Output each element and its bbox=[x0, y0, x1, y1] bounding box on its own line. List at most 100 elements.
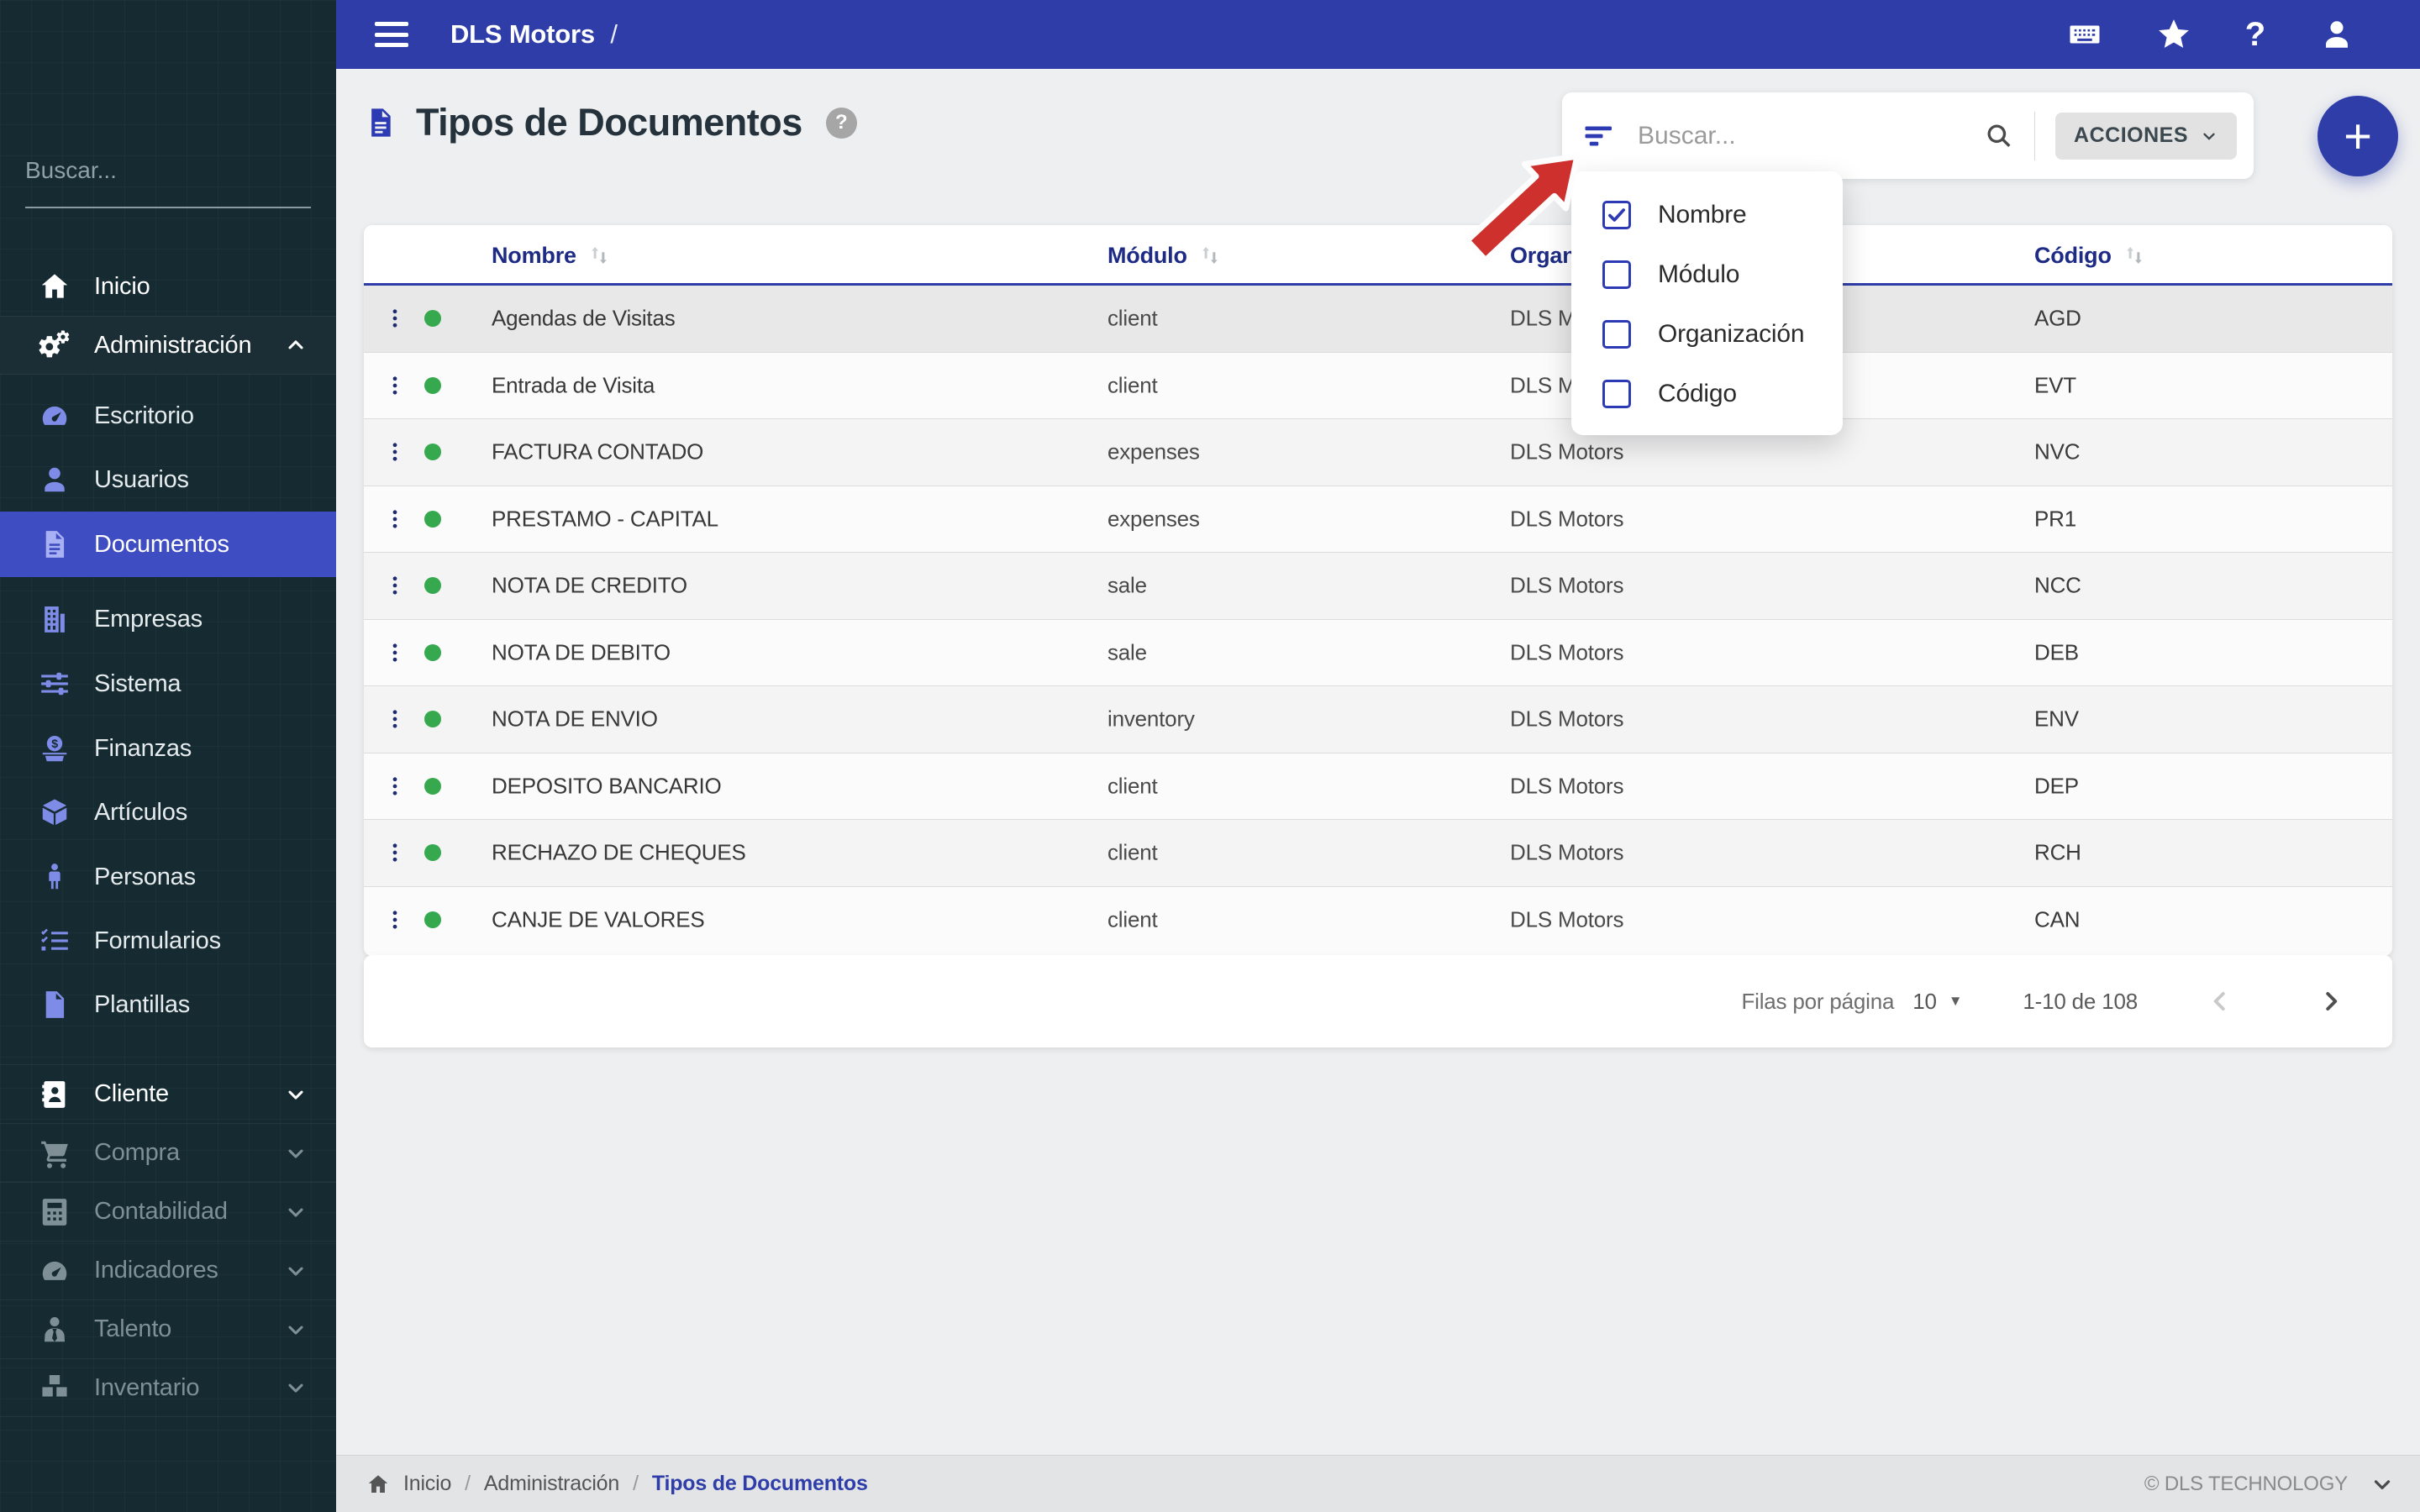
sidebar-item-label: Usuarios bbox=[94, 465, 189, 493]
main-content: Tipos de Documentos ? ACCIONES + Nombre bbox=[336, 69, 2420, 1512]
filter-option-codigo[interactable]: Código bbox=[1571, 364, 1843, 423]
sidebar-item-plantillas[interactable]: Plantillas bbox=[0, 973, 336, 1037]
table-row[interactable]: NOTA DE DEBITO sale DLS Motors DEB bbox=[364, 619, 2392, 686]
document-types-table: Nombre Módulo Organización Código bbox=[364, 225, 2392, 956]
table-row[interactable]: CANJE DE VALORES client DLS Motors CAN bbox=[364, 886, 2392, 953]
filter-columns-icon[interactable] bbox=[1584, 121, 1614, 151]
row-menu-icon[interactable] bbox=[384, 505, 406, 533]
user-profile-icon[interactable] bbox=[2319, 17, 2354, 52]
list-check-icon bbox=[39, 925, 71, 957]
home-icon[interactable] bbox=[366, 1473, 390, 1496]
sidebar-item-finanzas[interactable]: $ Finanzas bbox=[0, 717, 336, 780]
chevron-down-icon bbox=[284, 1083, 308, 1106]
checkbox-unchecked[interactable] bbox=[1602, 319, 1631, 349]
table-row[interactable]: NOTA DE ENVIO inventory DLS Motors ENV bbox=[364, 686, 2392, 753]
table-row[interactable]: PRESTAMO - CAPITAL expenses DLS Motors P… bbox=[364, 486, 2392, 553]
checkbox-unchecked[interactable] bbox=[1602, 260, 1631, 289]
sidebar-item-label: Compra bbox=[94, 1139, 180, 1166]
cell-nombre: RECHAZO DE CHEQUES bbox=[492, 839, 746, 865]
sort-icon bbox=[587, 243, 612, 268]
breadcrumb-administracion[interactable]: Administración bbox=[484, 1472, 619, 1496]
row-menu-icon[interactable] bbox=[384, 371, 406, 400]
breadcrumb-inicio[interactable]: Inicio bbox=[403, 1472, 451, 1496]
previous-page-icon[interactable] bbox=[2205, 986, 2235, 1016]
sidebar-item-label: Plantillas bbox=[94, 990, 191, 1018]
cell-modulo: expenses bbox=[1107, 506, 1200, 532]
sidebar-item-compra[interactable]: Compra bbox=[0, 1123, 336, 1182]
sidebar-item-personas[interactable]: Personas bbox=[0, 845, 336, 909]
sidebar-search bbox=[25, 134, 329, 208]
filter-option-nombre[interactable]: Nombre bbox=[1571, 185, 1843, 244]
next-page-icon[interactable] bbox=[2316, 986, 2346, 1016]
row-menu-icon[interactable] bbox=[384, 304, 406, 333]
footer-right: © DLS TECHNOLOGY bbox=[2144, 1472, 2395, 1497]
row-menu-icon[interactable] bbox=[384, 438, 406, 466]
table-row[interactable]: Entrada de Visita client DLS Motors EVT bbox=[364, 352, 2392, 419]
actions-button[interactable]: ACCIONES bbox=[2055, 112, 2237, 160]
table-row[interactable]: NOTA DE CREDITO sale DLS Motors NCC bbox=[364, 553, 2392, 620]
sidebar-item-indicadores[interactable]: Indicadores bbox=[0, 1241, 336, 1299]
search-submit-icon[interactable] bbox=[1984, 121, 2014, 151]
cell-modulo: client bbox=[1107, 839, 1158, 865]
sidebar-item-usuarios[interactable]: Usuarios bbox=[0, 448, 336, 512]
column-header-nombre[interactable]: Nombre bbox=[492, 225, 612, 286]
table-row[interactable]: Agendas de Visitas client DLS Motors AGD bbox=[364, 286, 2392, 353]
cell-nombre: DEPOSITO BANCARIO bbox=[492, 773, 722, 799]
brand-separator: / bbox=[610, 19, 618, 49]
page-help-icon[interactable]: ? bbox=[825, 107, 857, 139]
row-menu-icon[interactable] bbox=[384, 705, 406, 733]
sidebar-item-escritorio[interactable]: Escritorio bbox=[0, 384, 336, 448]
status-dot bbox=[424, 444, 441, 461]
add-record-button[interactable]: + bbox=[2317, 96, 2398, 176]
sidebar-search-input[interactable] bbox=[25, 157, 329, 184]
row-menu-icon[interactable] bbox=[384, 838, 406, 867]
sidebar-item-talento[interactable]: Talento bbox=[0, 1299, 336, 1358]
home-icon bbox=[39, 270, 71, 302]
sidebar-item-sistema[interactable]: Sistema bbox=[0, 652, 336, 716]
table-search-input[interactable] bbox=[1638, 121, 1985, 150]
filter-option-label: Organización bbox=[1658, 319, 1805, 348]
status-dot bbox=[424, 376, 441, 394]
column-header-modulo[interactable]: Módulo bbox=[1107, 225, 1223, 286]
boxes-icon bbox=[39, 1372, 71, 1404]
row-menu-icon[interactable] bbox=[384, 772, 406, 801]
sidebar-item-articulos[interactable]: Artículos bbox=[0, 780, 336, 844]
sidebar-item-contabilidad[interactable]: Contabilidad bbox=[0, 1182, 336, 1241]
sidebar-item-administracion[interactable]: Administración bbox=[0, 316, 336, 375]
keyboard-icon[interactable] bbox=[2067, 17, 2102, 52]
row-menu-icon[interactable] bbox=[384, 571, 406, 600]
sidebar-item-inventario[interactable]: Inventario bbox=[0, 1358, 336, 1417]
cell-nombre: NOTA DE DEBITO bbox=[492, 639, 671, 665]
sidebar-item-empresas[interactable]: Empresas bbox=[0, 587, 336, 651]
checkbox-checked[interactable] bbox=[1602, 200, 1631, 229]
checkbox-unchecked[interactable] bbox=[1602, 379, 1631, 408]
filter-option-organizacion[interactable]: Organización bbox=[1571, 304, 1843, 364]
sidebar: Inicio Administración Escritorio Usuario… bbox=[0, 0, 336, 1512]
table-row[interactable]: RECHAZO DE CHEQUES client DLS Motors RCH bbox=[364, 820, 2392, 887]
table-row[interactable]: FACTURA CONTADO expenses DLS Motors NVC bbox=[364, 419, 2392, 486]
sidebar-item-label: Administración bbox=[94, 331, 252, 359]
sidebar-item-formularios[interactable]: Formularios bbox=[0, 909, 336, 973]
user-tie-icon bbox=[39, 1314, 71, 1346]
table-row[interactable]: DEPOSITO BANCARIO client DLS Motors DEP bbox=[364, 753, 2392, 820]
sidebar-item-cliente[interactable]: Cliente bbox=[0, 1064, 336, 1123]
cell-codigo: NCC bbox=[2034, 572, 2081, 598]
menu-toggle-button[interactable] bbox=[375, 22, 408, 47]
chevron-down-icon bbox=[284, 1376, 308, 1399]
sidebar-item-label: Finanzas bbox=[94, 734, 192, 762]
filter-columns-menu: Nombre Módulo Organización Código bbox=[1571, 171, 1843, 435]
breadcrumb: Inicio / Administración / Tipos de Docum… bbox=[366, 1472, 868, 1496]
sidebar-item-inicio[interactable]: Inicio bbox=[0, 257, 336, 316]
row-menu-icon[interactable] bbox=[384, 906, 406, 934]
rows-per-page-select[interactable]: 10 ▼ bbox=[1912, 989, 1962, 1015]
sidebar-item-documentos[interactable]: Documentos bbox=[0, 512, 336, 577]
cell-organizacion: DLS Motors bbox=[1510, 506, 1624, 532]
row-menu-icon[interactable] bbox=[384, 638, 406, 667]
filter-option-modulo[interactable]: Módulo bbox=[1571, 244, 1843, 304]
favorites-star-icon[interactable] bbox=[2156, 17, 2191, 52]
column-header-codigo[interactable]: Código bbox=[2034, 225, 2147, 286]
help-icon[interactable]: ? bbox=[2245, 16, 2265, 54]
sliders-icon bbox=[39, 668, 71, 700]
brand-name: DLS Motors bbox=[450, 19, 595, 49]
chevron-down-icon[interactable] bbox=[2370, 1472, 2395, 1497]
